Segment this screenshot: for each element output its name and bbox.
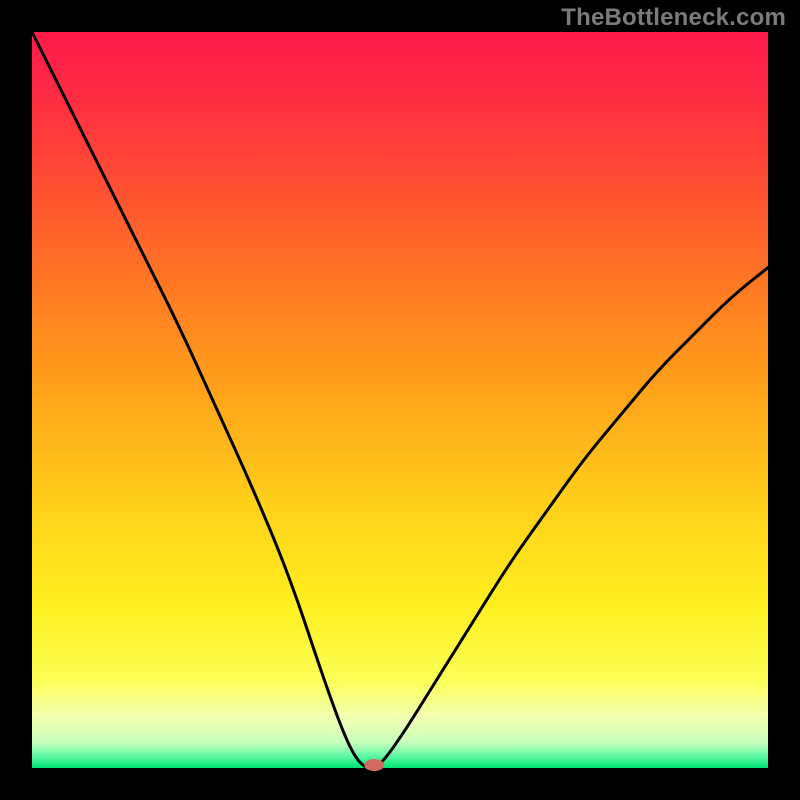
bottleneck-chart xyxy=(0,0,800,800)
gradient-background xyxy=(32,32,768,768)
optimum-marker xyxy=(364,759,384,771)
chart-frame: TheBottleneck.com xyxy=(0,0,800,800)
